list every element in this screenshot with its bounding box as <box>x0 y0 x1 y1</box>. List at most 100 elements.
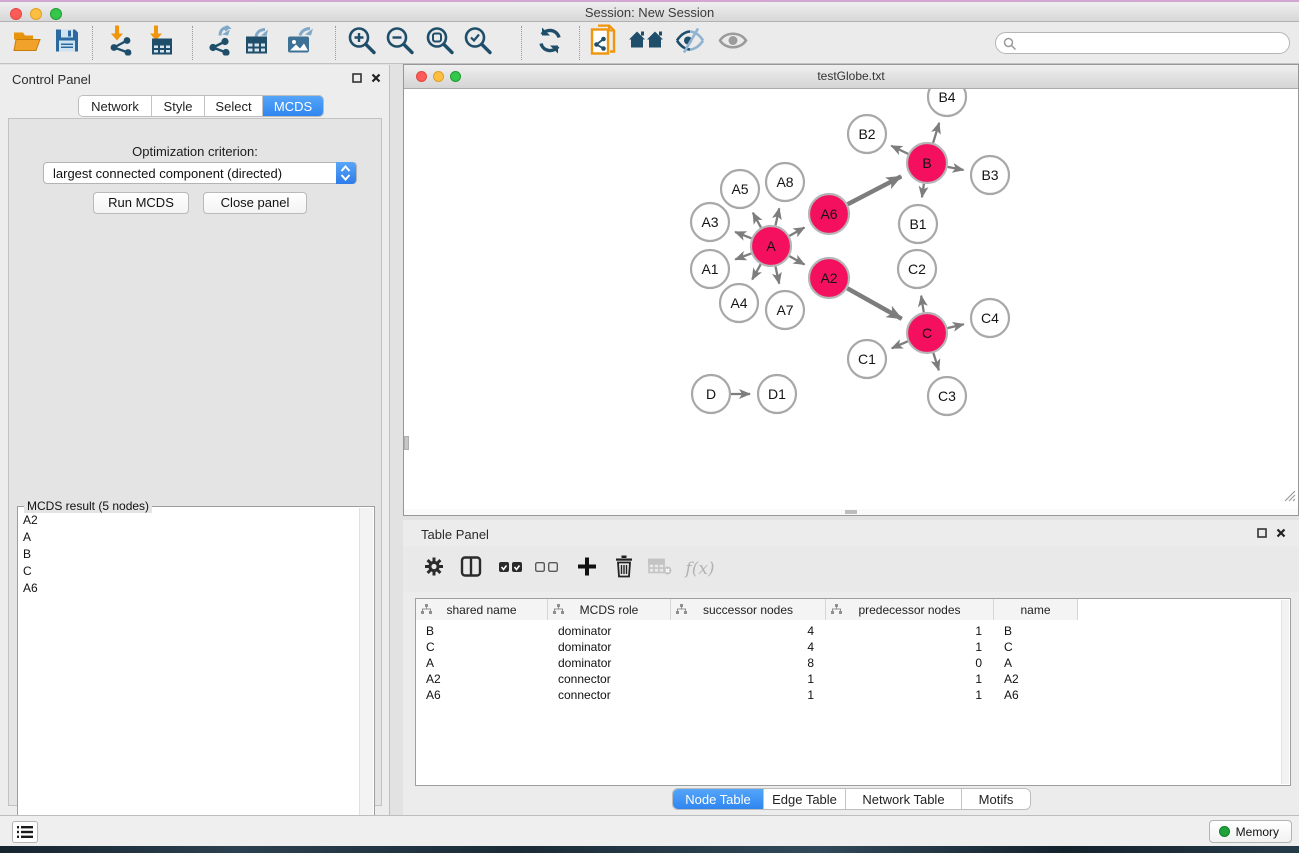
table-row-A6[interactable]: A6connector11A6 <box>416 687 1078 703</box>
column-header-predecessor-nodes[interactable]: predecessor nodes <box>826 599 994 620</box>
zoom-in-icon[interactable] <box>347 25 377 60</box>
node-B3[interactable]: B3 <box>971 156 1009 194</box>
edge-C-C3[interactable] <box>933 353 938 370</box>
node-B1[interactable]: B1 <box>899 205 937 243</box>
node-B[interactable]: B <box>907 143 947 183</box>
float-panel-icon[interactable] <box>352 73 362 83</box>
mcds-list-scrollbar[interactable] <box>359 508 373 851</box>
mcds-result-list[interactable]: A2ABCA6 <box>19 512 359 851</box>
edge-C-C4[interactable] <box>947 324 963 328</box>
table-scrollbar[interactable] <box>1281 600 1289 784</box>
column-header-MCDS-role[interactable]: MCDS role <box>548 599 671 620</box>
export-table-icon[interactable] <box>243 25 273 60</box>
network-canvas[interactable]: B4 B2 B B3 A8A5 A6 A3 B1 A C2 A1 A2 A4A7 C4 C C1 D D1 C3 <box>404 89 1298 510</box>
import-network-icon[interactable] <box>107 25 135 60</box>
table-settings-gear-icon[interactable] <box>423 556 445 583</box>
mcds-result-item[interactable]: A2 <box>19 512 359 529</box>
edge-A-A2[interactable] <box>789 256 804 264</box>
network-vscroll-thumb[interactable] <box>404 436 409 450</box>
node-C4[interactable]: C4 <box>971 299 1009 337</box>
network-hscroll[interactable] <box>404 509 1298 515</box>
node-A8[interactable]: A8 <box>766 163 804 201</box>
edge-A2-C[interactable] <box>847 288 901 319</box>
edge-A-A5[interactable] <box>753 213 761 228</box>
edge-A-A7[interactable] <box>775 267 779 284</box>
mcds-result-item[interactable]: B <box>19 546 359 563</box>
optimization-criterion-dropdown[interactable]: largest connected component (directed) <box>43 162 357 184</box>
tab-select[interactable]: Select <box>205 96 263 116</box>
edge-B-B1[interactable] <box>922 184 924 198</box>
save-session-icon[interactable] <box>54 27 80 58</box>
table-tab-edge-table[interactable]: Edge Table <box>764 789 846 809</box>
tab-network[interactable]: Network <box>79 96 152 116</box>
show-all-icon[interactable] <box>718 28 748 57</box>
table-row-A[interactable]: Adominator80A <box>416 655 1078 671</box>
mcds-result-item[interactable]: C <box>19 563 359 580</box>
node-C3[interactable]: C3 <box>928 377 966 415</box>
home-layout-icon[interactable] <box>628 28 664 57</box>
node-B2[interactable]: B2 <box>848 115 886 153</box>
edge-A-A4[interactable] <box>752 264 761 279</box>
node-C1[interactable]: C1 <box>848 340 886 378</box>
select-all-checkboxes-icon[interactable] <box>499 560 523 578</box>
node-table[interactable]: shared nameMCDS rolesuccessor nodesprede… <box>415 598 1291 786</box>
node-A5[interactable]: A5 <box>721 170 759 208</box>
task-history-button[interactable] <box>12 821 38 843</box>
memory-button[interactable]: Memory <box>1209 820 1292 843</box>
node-A7[interactable]: A7 <box>766 291 804 329</box>
search-field[interactable] <box>995 32 1290 54</box>
column-selector-icon[interactable] <box>460 556 482 583</box>
add-column-icon[interactable] <box>577 557 597 582</box>
run-mcds-button[interactable]: Run MCDS <box>93 192 189 214</box>
node-A4[interactable]: A4 <box>720 284 758 322</box>
node-C[interactable]: C <box>907 313 947 353</box>
refresh-icon[interactable] <box>536 26 564 59</box>
column-header-successor-nodes[interactable]: successor nodes <box>671 599 826 620</box>
node-A2[interactable]: A2 <box>809 258 849 298</box>
export-image-icon[interactable] <box>285 25 315 60</box>
import-table-icon[interactable] <box>146 25 174 60</box>
zoom-out-icon[interactable] <box>385 25 415 60</box>
search-input[interactable] <box>1020 34 1282 52</box>
close-panel-icon[interactable] <box>371 73 381 83</box>
edge-A-A6[interactable] <box>789 228 804 236</box>
node-A[interactable]: A <box>751 226 791 266</box>
column-header-shared-name[interactable]: shared name <box>416 599 548 620</box>
table-row-B[interactable]: Bdominator41B <box>416 623 1078 639</box>
tab-mcds[interactable]: MCDS <box>263 96 323 116</box>
edge-C-C2[interactable] <box>921 296 924 313</box>
node-B4[interactable]: B4 <box>928 89 966 116</box>
network-hscroll-thumb[interactable] <box>845 510 857 514</box>
edge-A-A3[interactable] <box>735 232 751 238</box>
node-A1[interactable]: A1 <box>691 250 729 288</box>
zoom-selected-icon[interactable] <box>463 25 493 60</box>
deselect-all-checkboxes-icon[interactable] <box>535 560 559 578</box>
delete-column-trash-icon[interactable] <box>615 556 633 583</box>
open-session-icon[interactable] <box>12 27 42 58</box>
node-C2[interactable]: C2 <box>898 250 936 288</box>
table-row-A2[interactable]: A2connector11A2 <box>416 671 1078 687</box>
tab-style[interactable]: Style <box>152 96 205 116</box>
table-tab-network-table[interactable]: Network Table <box>846 789 962 809</box>
node-A3[interactable]: A3 <box>691 203 729 241</box>
column-header-name[interactable]: name <box>994 599 1078 620</box>
node-D[interactable]: D <box>692 375 730 413</box>
close-panel-button[interactable]: Close panel <box>203 192 307 214</box>
mcds-result-item[interactable]: A <box>19 529 359 546</box>
edge-B-B3[interactable] <box>948 167 964 170</box>
edge-B-B4[interactable] <box>933 123 939 143</box>
hide-selected-icon[interactable] <box>674 27 706 58</box>
mcds-result-item[interactable]: A6 <box>19 580 359 597</box>
resize-grip-icon[interactable] <box>1282 488 1296 502</box>
edge-A-A1[interactable] <box>735 253 751 259</box>
edge-B-B2[interactable] <box>891 146 908 154</box>
export-network-icon[interactable] <box>206 25 236 60</box>
zoom-fit-icon[interactable] <box>425 25 455 60</box>
close-table-panel-icon[interactable] <box>1276 528 1286 538</box>
table-row-C[interactable]: Cdominator41C <box>416 639 1078 655</box>
clone-network-icon[interactable] <box>590 24 618 61</box>
table-tab-motifs[interactable]: Motifs <box>962 789 1030 809</box>
edge-C-C1[interactable] <box>892 341 908 348</box>
node-A6[interactable]: A6 <box>809 194 849 234</box>
node-D1[interactable]: D1 <box>758 375 796 413</box>
